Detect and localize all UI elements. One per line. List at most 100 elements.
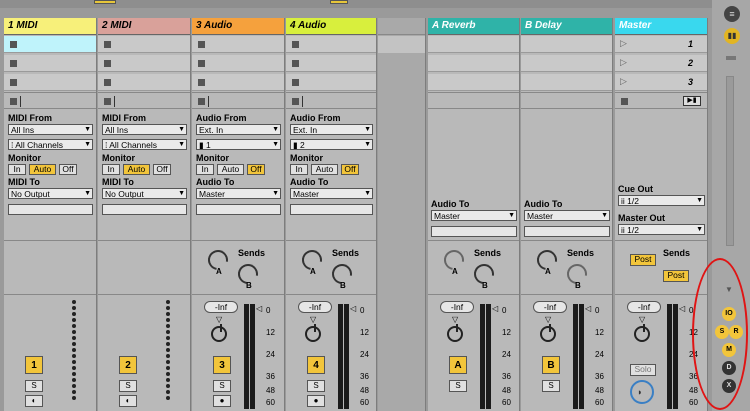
track-activator-button[interactable]: 3 (213, 356, 231, 374)
solo-button[interactable]: S (542, 380, 560, 392)
midi-to-dropdown[interactable]: No Output ▼ (102, 188, 187, 199)
audio-to-channel-box[interactable] (524, 226, 610, 237)
solo-button[interactable]: S (119, 380, 137, 392)
monitor-off-button[interactable]: Off (153, 164, 171, 175)
track-activator-button[interactable]: 4 (307, 356, 325, 374)
audio-to-dropdown[interactable]: Master ▼ (196, 188, 281, 199)
clip-slot[interactable] (286, 36, 376, 53)
peak-level-display[interactable]: -Inf (440, 301, 474, 313)
clip-slot[interactable] (192, 36, 284, 53)
clip-stop-button[interactable] (4, 92, 96, 109)
audio-from-dropdown[interactable]: Ext. In ▼ (196, 124, 281, 135)
columns-icon[interactable]: ▮▮ (724, 28, 740, 44)
pan-knob[interactable] (634, 324, 650, 342)
scene-launch-button[interactable]: ▷ 2 (615, 55, 707, 72)
monitor-off-button[interactable]: Off (59, 164, 77, 175)
volume-fader-icon[interactable]: ◁ (679, 304, 685, 313)
peak-level-display[interactable]: -Inf (533, 301, 567, 313)
monitor-in-button[interactable]: In (8, 164, 26, 175)
peak-level-display[interactable]: -Inf (627, 301, 661, 313)
track-title[interactable]: 2 MIDI (98, 18, 190, 35)
clip-slot[interactable] (4, 55, 96, 72)
monitor-auto-button[interactable]: Auto (29, 164, 56, 175)
stop-all-clips-button[interactable]: ▶▮ (683, 96, 701, 106)
pre-post-toggle[interactable]: Post (663, 270, 689, 282)
clip-slot[interactable] (192, 74, 284, 91)
menu-icon[interactable]: ≡ (724, 6, 740, 22)
track-title[interactable]: 3 Audio (192, 18, 284, 35)
pan-knob[interactable] (305, 324, 321, 342)
clip-stop-button[interactable] (98, 92, 190, 109)
monitor-off-button[interactable]: Off (247, 164, 265, 175)
audio-to-dropdown[interactable]: Master ▼ (290, 188, 373, 199)
clip-slot[interactable] (98, 74, 190, 91)
pan-knob[interactable] (447, 324, 463, 342)
vertical-scrollbar[interactable] (726, 76, 734, 246)
audio-to-channel-box[interactable] (196, 204, 281, 215)
track-title[interactable]: 4 Audio (286, 18, 376, 35)
volume-fader-icon[interactable]: ◁ (492, 304, 498, 313)
arm-button[interactable]: ● (307, 395, 325, 407)
drop-area[interactable] (378, 18, 426, 411)
monitor-off-button[interactable]: Off (341, 164, 359, 175)
input-channel-dropdown[interactable]: ▮ 2 ▼ (290, 139, 373, 150)
track-title[interactable]: 1 MIDI (4, 18, 96, 35)
midi-from-dropdown[interactable]: All Ins ▼ (102, 124, 187, 135)
track-title[interactable]: Master (615, 18, 707, 35)
midi-to-channel-box[interactable] (8, 204, 93, 215)
peak-level-display[interactable]: -Inf (298, 301, 332, 313)
peak-level-display[interactable]: -Inf (204, 301, 238, 313)
monitor-in-button[interactable]: In (102, 164, 120, 175)
audio-to-channel-box[interactable] (431, 226, 517, 237)
volume-fader-icon[interactable]: ◁ (585, 304, 591, 313)
clip-slot[interactable] (98, 36, 190, 53)
track-activator-button[interactable]: 1 (25, 356, 43, 374)
scroll-up-button[interactable] (726, 56, 736, 60)
pre-post-toggle[interactable]: Post (630, 254, 656, 266)
monitor-auto-button[interactable]: Auto (123, 164, 150, 175)
arm-button[interactable]: ● (213, 395, 231, 407)
clip-slot[interactable] (4, 36, 96, 53)
clip-slot[interactable] (192, 55, 284, 72)
audio-to-dropdown[interactable]: Master ▼ (431, 210, 517, 221)
scene-launch-button[interactable]: ▷ 3 (615, 74, 707, 91)
clip-slot[interactable] (286, 55, 376, 72)
track-activator-button[interactable]: B (542, 356, 560, 374)
pan-knob[interactable] (211, 324, 227, 342)
monitor-in-button[interactable]: In (196, 164, 214, 175)
track-activator-button[interactable]: 2 (119, 356, 137, 374)
pan-knob[interactable] (540, 324, 556, 342)
clip-stop-button[interactable] (192, 92, 284, 109)
volume-fader-icon[interactable]: ◁ (256, 304, 262, 313)
midi-to-dropdown[interactable]: No Output ▼ (8, 188, 93, 199)
audio-to-dropdown[interactable]: Master ▼ (524, 210, 610, 221)
master-out-dropdown[interactable]: ii 1/2 ▼ (618, 224, 705, 235)
channel-dropdown[interactable]: ⁞ All Channels ▼ (8, 139, 93, 150)
channel-dropdown[interactable]: ⁞ All Channels ▼ (102, 139, 187, 150)
audio-from-dropdown[interactable]: Ext. In ▼ (290, 124, 373, 135)
volume-fader-icon[interactable]: ◁ (350, 304, 356, 313)
solo-button[interactable]: S (25, 380, 43, 392)
input-channel-dropdown[interactable]: ▮ 1 ▼ (196, 139, 281, 150)
solo-button[interactable]: S (449, 380, 467, 392)
cue-out-dropdown[interactable]: ii 1/2 ▼ (618, 195, 705, 206)
clip-slot[interactable] (286, 74, 376, 91)
audio-to-channel-box[interactable] (290, 204, 373, 215)
monitor-in-button[interactable]: In (290, 164, 308, 175)
clip-slot[interactable] (98, 55, 190, 72)
solo-button[interactable]: S (213, 380, 231, 392)
clip-slot[interactable] (4, 74, 96, 91)
track-title[interactable]: A Reverb (428, 18, 519, 35)
scene-launch-button[interactable]: ▷ 1 (615, 36, 707, 53)
solo-button[interactable]: S (307, 380, 325, 392)
midi-from-dropdown[interactable]: All Ins ▼ (8, 124, 93, 135)
monitor-auto-button[interactable]: Auto (311, 164, 338, 175)
track-activator-button[interactable]: A (449, 356, 467, 374)
track-title[interactable]: B Delay (521, 18, 612, 35)
clip-stop-button[interactable] (286, 92, 376, 109)
midi-to-channel-box[interactable] (102, 204, 187, 215)
arm-button[interactable]: ◐ (25, 395, 43, 407)
solo-cue-button[interactable]: Solo (630, 364, 656, 376)
monitor-auto-button[interactable]: Auto (217, 164, 244, 175)
arm-button[interactable]: ◐ (119, 395, 137, 407)
